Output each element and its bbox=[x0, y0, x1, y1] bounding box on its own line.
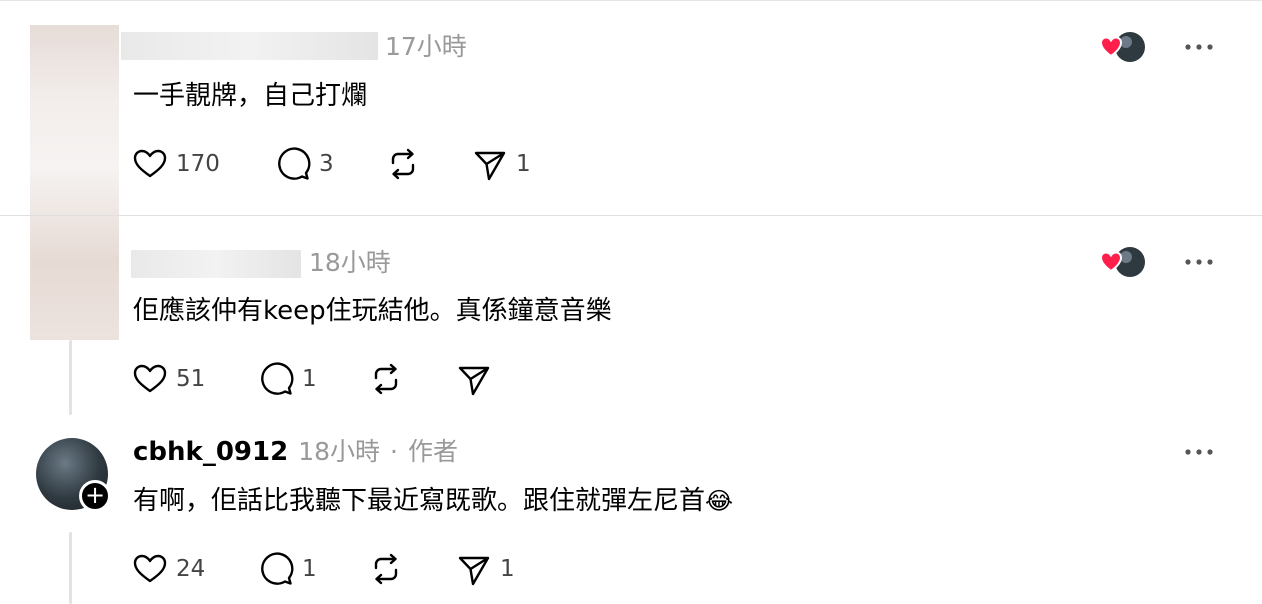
author-tag: 作者 bbox=[407, 437, 458, 466]
more-icon[interactable] bbox=[1184, 257, 1214, 267]
comment-header: cbhk_0912 18小時 · 作者 bbox=[133, 437, 458, 467]
laughing-emoji: 😂 bbox=[705, 487, 734, 515]
repost-button[interactable] bbox=[368, 549, 404, 589]
share-button[interactable]: 1 bbox=[456, 549, 515, 589]
reply-button[interactable]: 1 bbox=[258, 359, 317, 399]
repost-icon bbox=[374, 363, 398, 395]
repost-button[interactable] bbox=[385, 144, 421, 184]
reply-count: 1 bbox=[302, 556, 317, 582]
blurred-username[interactable] bbox=[121, 32, 378, 60]
comment-text: 佢應該仲有keep住玩結他。真係鐘意音樂 bbox=[133, 296, 612, 326]
heart-icon bbox=[133, 364, 167, 393]
thread-line bbox=[69, 340, 72, 415]
liked-by-author-icon[interactable] bbox=[1100, 30, 1146, 64]
comment-text-wrap: 有啊，佢話比我聽下最近寫既歌。跟住就彈左尼首😂 bbox=[133, 484, 733, 518]
like-count: 24 bbox=[176, 556, 206, 582]
heart-icon bbox=[133, 149, 167, 178]
username[interactable]: cbhk_0912 bbox=[133, 437, 288, 467]
more-icon[interactable] bbox=[1184, 447, 1214, 457]
comment-divider bbox=[0, 215, 1262, 216]
like-count: 51 bbox=[176, 366, 206, 392]
reply-button[interactable]: 1 bbox=[258, 549, 317, 589]
like-button[interactable]: 24 bbox=[132, 549, 205, 589]
timestamp: 17小時 bbox=[385, 32, 467, 61]
top-divider bbox=[0, 0, 1262, 1]
reply-button[interactable]: 3 bbox=[275, 144, 334, 184]
blurred-avatar bbox=[30, 25, 119, 340]
reply-count: 3 bbox=[319, 151, 334, 177]
share-icon bbox=[474, 151, 506, 181]
repost-icon bbox=[374, 553, 398, 585]
thread-line bbox=[69, 532, 72, 604]
share-count: 1 bbox=[500, 556, 515, 582]
comment-text: 有啊，佢話比我聽下最近寫既歌。跟住就彈左尼首 bbox=[133, 486, 706, 516]
reply-count: 1 bbox=[302, 366, 317, 392]
liked-by-author-icon[interactable] bbox=[1100, 245, 1146, 279]
timestamp: 18小時 bbox=[309, 248, 391, 277]
comment-icon bbox=[261, 552, 294, 585]
share-button[interactable]: 1 bbox=[472, 144, 531, 184]
like-count: 170 bbox=[176, 151, 220, 177]
comment-text: 一手靚牌，自己打爛 bbox=[133, 81, 368, 111]
comment-icon bbox=[261, 362, 294, 395]
like-button[interactable]: 170 bbox=[132, 144, 220, 184]
heart-icon bbox=[133, 554, 167, 583]
share-button[interactable] bbox=[456, 359, 492, 399]
repost-icon bbox=[391, 148, 415, 180]
follow-plus-icon[interactable]: + bbox=[79, 480, 111, 512]
like-button[interactable]: 51 bbox=[132, 359, 205, 399]
timestamp: 18小時 bbox=[298, 437, 380, 466]
share-count: 1 bbox=[516, 151, 531, 177]
comment-icon bbox=[278, 147, 311, 180]
repost-button[interactable] bbox=[368, 359, 404, 399]
blurred-username[interactable] bbox=[131, 250, 301, 278]
more-icon[interactable] bbox=[1184, 42, 1214, 52]
share-icon bbox=[458, 366, 490, 396]
meta-separator: · bbox=[390, 437, 398, 466]
share-icon bbox=[458, 556, 490, 586]
